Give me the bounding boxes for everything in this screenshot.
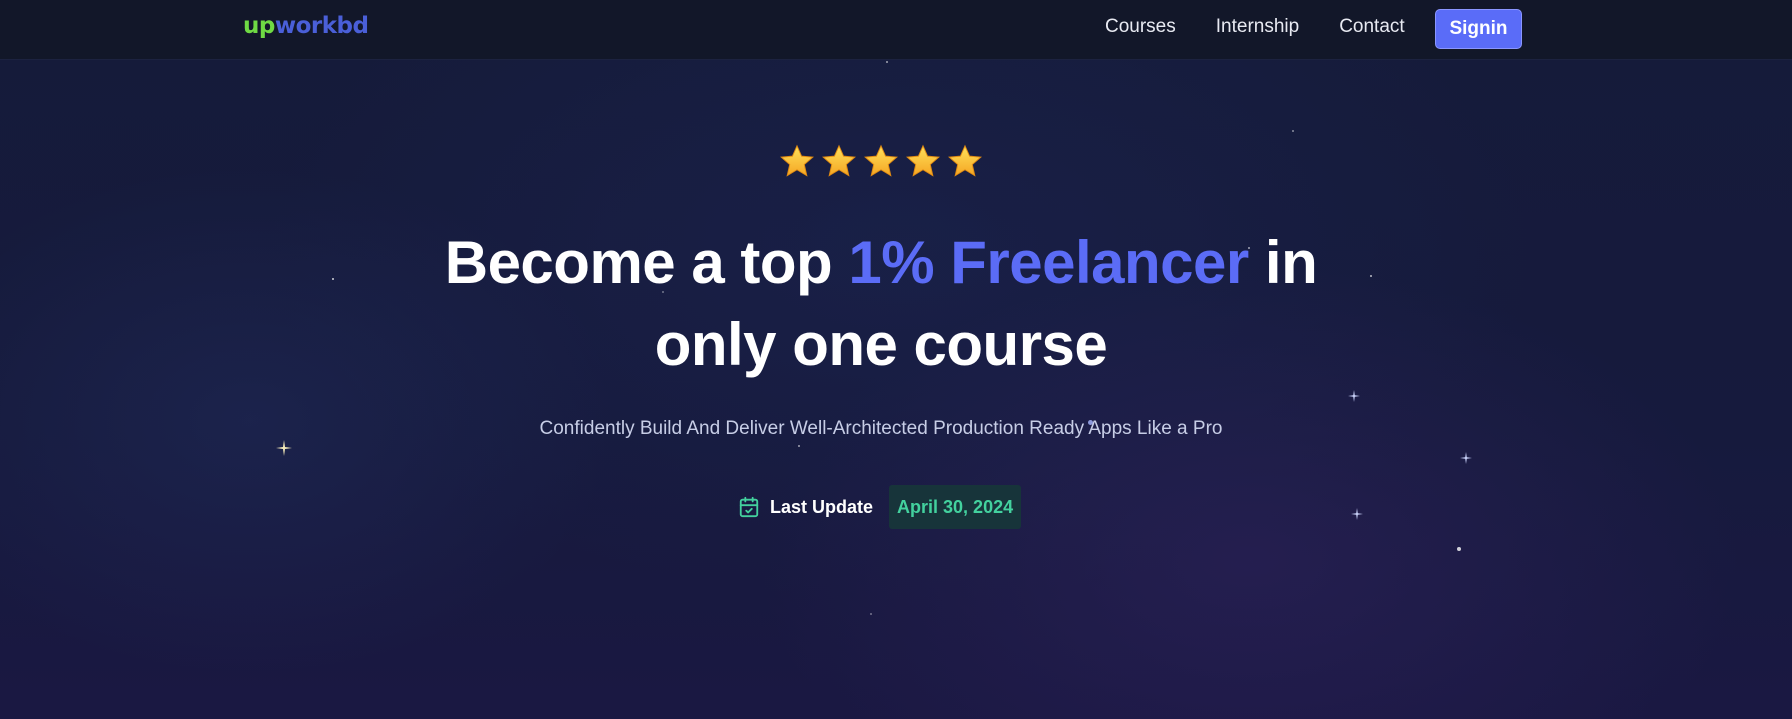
page: upworkbd Courses Internship Contact Sign… — [0, 0, 1792, 719]
headline-part1: Become a top — [444, 229, 833, 296]
star-icon — [780, 145, 814, 178]
hero-subtitle: Confidently Build And Deliver Well-Archi… — [539, 418, 1223, 439]
navbar: upworkbd Courses Internship Contact Sign… — [0, 0, 1792, 60]
nav-internship[interactable]: Internship — [1216, 16, 1299, 38]
last-update-label: Last Update — [770, 496, 874, 517]
headline-line2: only one course — [654, 311, 1108, 378]
rating-stars — [0, 138, 1762, 182]
star-icon — [906, 145, 940, 178]
calendar-check-icon — [739, 496, 759, 518]
last-update: Last Update April 30, 2024 — [738, 485, 1022, 529]
headline-part2: in — [1264, 229, 1318, 296]
logo-up: up — [243, 13, 275, 39]
nav-courses[interactable]: Courses — [1105, 16, 1176, 38]
nav-contact[interactable]: Contact — [1339, 16, 1404, 38]
logo-workbd: workbd — [274, 13, 369, 39]
hero-headline: Become a top 1% Freelancer in only one c… — [0, 222, 1762, 386]
star-icon — [822, 145, 856, 178]
star-icon — [948, 145, 982, 178]
logo[interactable]: upworkbd — [243, 13, 369, 39]
nav-links: Courses Internship Contact — [1105, 16, 1437, 38]
headline-accent: 1% Freelancer — [848, 229, 1249, 296]
star-icon — [864, 145, 898, 178]
signin-button[interactable]: Signin — [1435, 9, 1522, 49]
last-update-date: April 30, 2024 — [889, 485, 1022, 529]
